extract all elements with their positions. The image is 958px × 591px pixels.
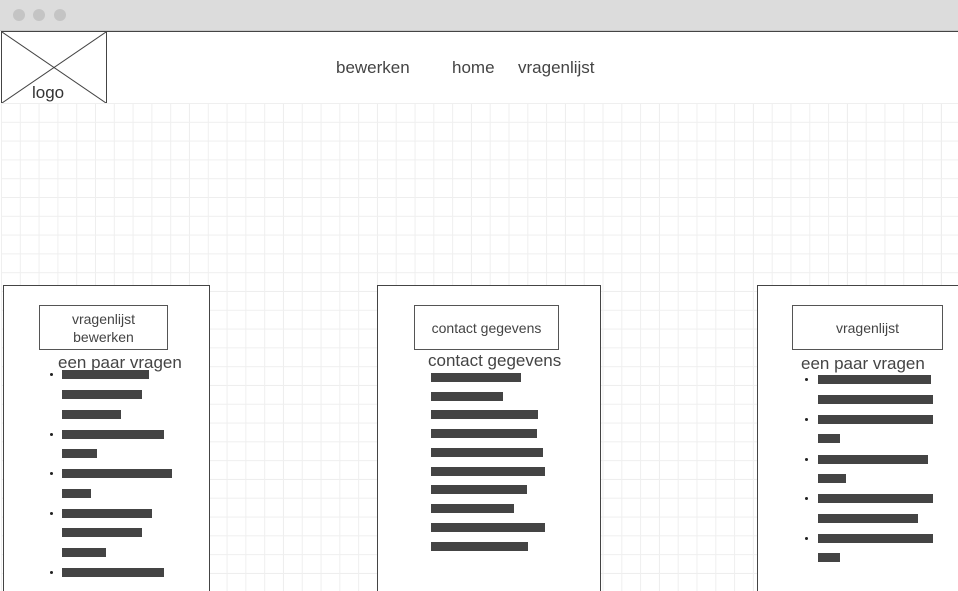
window-titlebar bbox=[0, 0, 958, 31]
list-bullet bbox=[805, 458, 808, 461]
text-placeholder-bar bbox=[818, 455, 928, 464]
text-placeholder-bar bbox=[818, 553, 840, 562]
text-placeholder-bar bbox=[431, 485, 527, 494]
text-placeholder-bar bbox=[818, 395, 933, 404]
text-placeholder-bar bbox=[818, 534, 933, 543]
site-header: logo bewerken home vragenlijst bbox=[1, 31, 958, 104]
panel-vragenlijst: vragenlijst een paar vragen bbox=[757, 285, 958, 591]
text-placeholder-bar bbox=[62, 568, 164, 577]
app-window: logo bewerken home vragenlijst vragenlij… bbox=[0, 0, 958, 591]
logo-placeholder[interactable]: logo bbox=[2, 32, 107, 103]
panel-contact-gegevens: contact gegevens contact gegevens bbox=[377, 285, 601, 591]
text-placeholder-bar bbox=[431, 523, 545, 532]
close-window-dot-icon[interactable] bbox=[13, 9, 25, 21]
text-placeholder-bar bbox=[431, 504, 514, 513]
text-placeholder-bar bbox=[818, 514, 918, 523]
text-placeholder-bar bbox=[431, 542, 528, 551]
text-placeholder-bar bbox=[431, 373, 521, 382]
panel-heading: een paar vragen bbox=[801, 354, 925, 373]
text-placeholder-bar bbox=[818, 474, 846, 483]
nav-link-bewerken[interactable]: bewerken bbox=[336, 58, 410, 78]
contact-gegevens-button[interactable]: contact gegevens bbox=[414, 305, 559, 350]
text-placeholder-bar bbox=[62, 390, 142, 399]
button-label-line: bewerken bbox=[73, 328, 134, 345]
text-placeholder-bar bbox=[62, 509, 152, 518]
minimize-window-dot-icon[interactable] bbox=[33, 9, 45, 21]
text-placeholder-bar bbox=[431, 392, 503, 401]
list-bullet bbox=[805, 418, 808, 421]
button-label-line: vragenlijst bbox=[71, 310, 136, 327]
nav-link-home[interactable]: home bbox=[452, 58, 495, 78]
text-placeholder-bar bbox=[62, 370, 149, 379]
maximize-window-dot-icon[interactable] bbox=[54, 9, 66, 21]
nav-link-vragenlijst[interactable]: vragenlijst bbox=[518, 58, 595, 78]
text-placeholder-bar bbox=[62, 430, 164, 439]
text-placeholder-bar bbox=[818, 375, 931, 384]
list-bullet bbox=[805, 497, 808, 500]
list-bullet bbox=[50, 433, 53, 436]
list-bullet bbox=[50, 571, 53, 574]
text-placeholder-bar bbox=[62, 548, 106, 557]
vragenlijst-button[interactable]: vragenlijst bbox=[792, 305, 943, 350]
list-bullet bbox=[805, 378, 808, 381]
list-bullet bbox=[50, 512, 53, 515]
logo-label: logo bbox=[32, 83, 65, 102]
text-placeholder-bar bbox=[62, 449, 97, 458]
text-placeholder-bar bbox=[818, 434, 840, 443]
text-placeholder-bar bbox=[62, 489, 91, 498]
text-placeholder-bar bbox=[62, 528, 142, 537]
text-placeholder-bar bbox=[62, 469, 172, 478]
text-placeholder-bar bbox=[431, 429, 537, 438]
text-placeholder-bar bbox=[431, 410, 538, 419]
list-bullet bbox=[805, 537, 808, 540]
text-placeholder-bar bbox=[818, 494, 933, 503]
panel-vragenlijst-bewerken: vragenlijst bewerken een paar vragen bbox=[3, 285, 210, 591]
list-bullet bbox=[50, 472, 53, 475]
panel-heading: contact gegevens bbox=[428, 351, 562, 370]
text-placeholder-bar bbox=[431, 467, 545, 476]
text-placeholder-bar bbox=[431, 448, 543, 457]
text-placeholder-bar bbox=[818, 415, 933, 424]
vragenlijst-bewerken-button[interactable]: vragenlijst bewerken bbox=[39, 305, 168, 350]
list-bullet bbox=[50, 373, 53, 376]
text-placeholder-bar bbox=[62, 410, 121, 419]
